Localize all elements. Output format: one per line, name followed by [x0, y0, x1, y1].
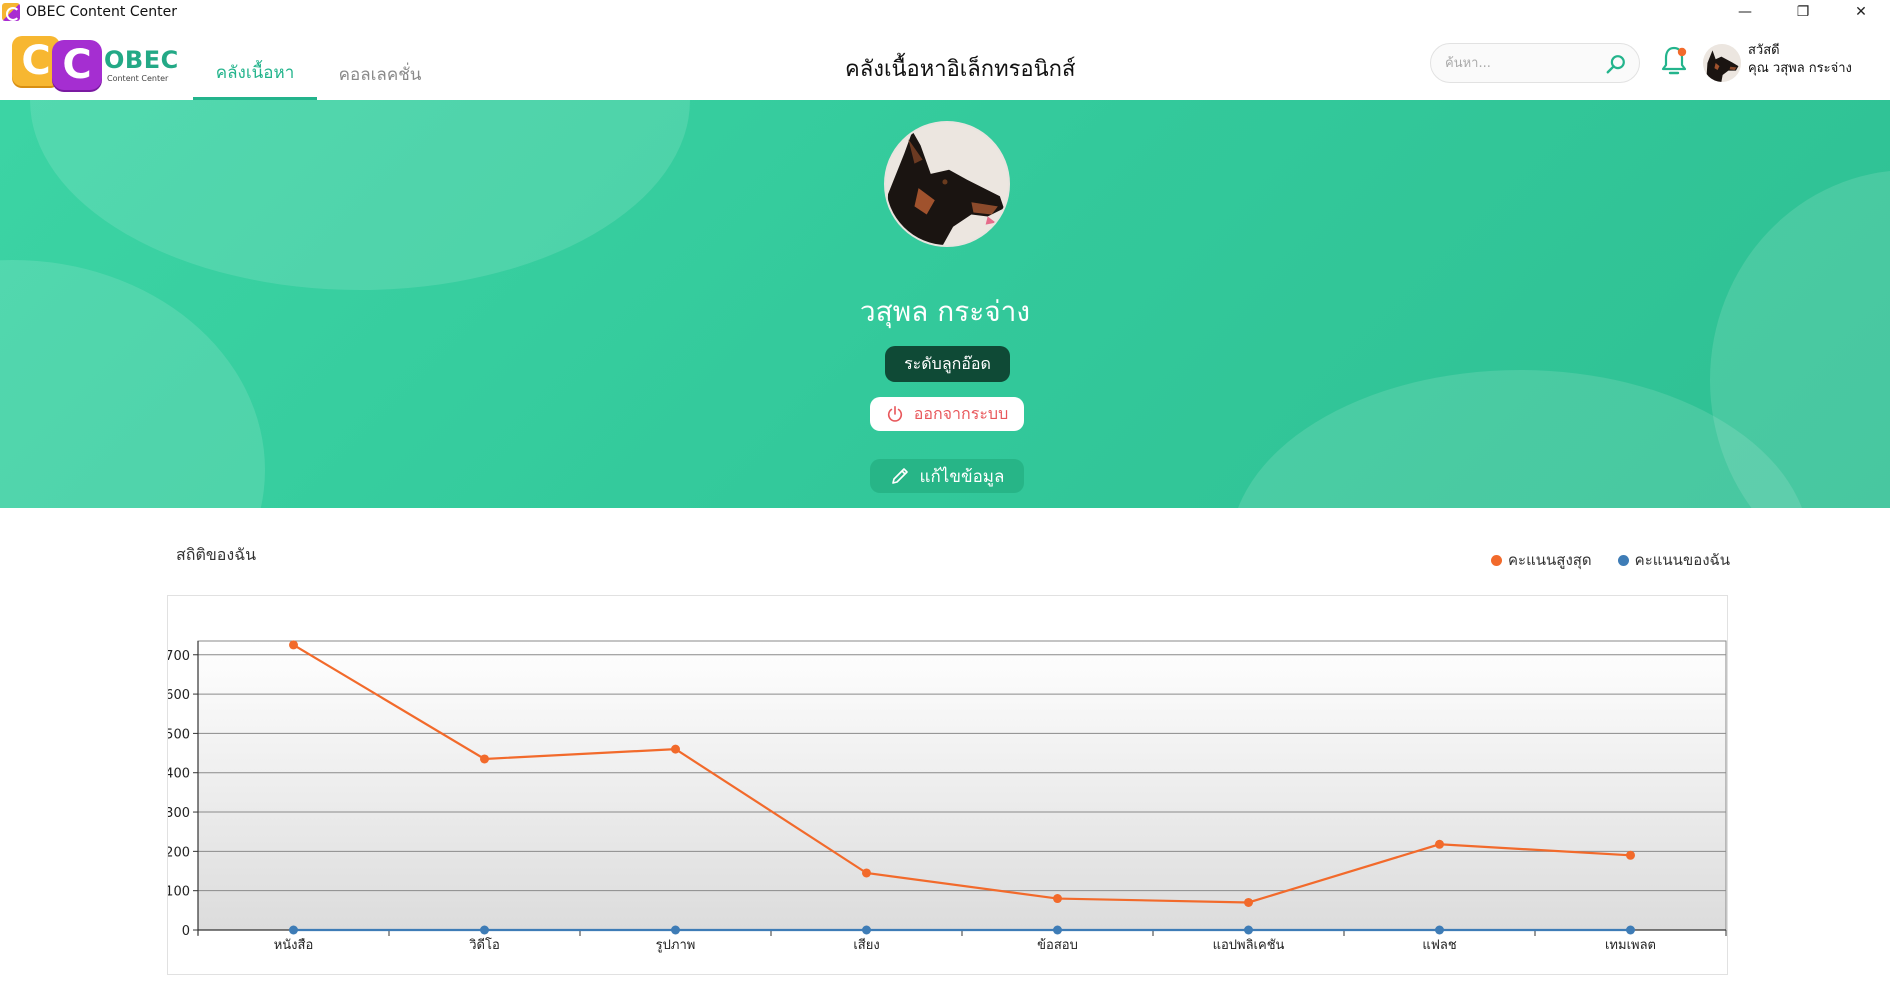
x-tick-label: หนังสือ — [274, 937, 314, 953]
page-title: คลังเนื้อหาอิเล็กทรอนิกส์ — [845, 56, 1076, 82]
chart-legend: คะแนนสูงสุด คะแนนของฉัน — [1491, 548, 1730, 572]
line-chart: 0 100 200 300 400 500 600 700 หนังสือ วิดีโอ รูปภา… — [168, 640, 1727, 953]
data-point-mine — [1435, 925, 1444, 935]
data-point-max — [480, 754, 489, 764]
legend-item-max: คะแนนสูงสุด — [1491, 548, 1592, 572]
data-point-mine — [1053, 925, 1062, 935]
legend-dot-mine — [1617, 554, 1629, 566]
y-tick-label: 400 — [168, 767, 190, 782]
legend-dot-max — [1491, 554, 1503, 566]
user-avatar[interactable] — [1703, 44, 1741, 82]
x-tick-label: วิดีโอ — [469, 937, 500, 953]
legend-label-mine: คะแนนของฉัน — [1634, 551, 1730, 569]
legend-item-mine: คะแนนของฉัน — [1617, 548, 1730, 572]
user-name-label: คุณ วสุพล กระจ่าง — [1748, 61, 1852, 76]
greeting-text: สวัสดี — [1748, 43, 1780, 58]
decor-bubble — [1710, 170, 1890, 508]
data-point-max — [671, 744, 680, 754]
window-titlebar: OBEC Content Center — ❐ ✕ — [0, 0, 1890, 24]
data-point-max — [1435, 839, 1444, 849]
data-point-max — [289, 640, 298, 650]
data-point-max — [1053, 894, 1062, 904]
search-input[interactable] — [1445, 55, 1605, 71]
stats-chart: 0 100 200 300 400 500 600 700 หนังสือ วิดีโอ รูปภา… — [167, 595, 1728, 975]
x-tick-label: รูปภาพ — [656, 938, 696, 953]
data-point-max — [862, 868, 871, 878]
data-point-mine — [1626, 925, 1635, 935]
y-tick-label: 100 — [168, 885, 190, 900]
y-tick-label: 0 — [182, 924, 190, 939]
logo-subtitle: Content Center — [107, 74, 169, 83]
window-title: OBEC Content Center — [26, 4, 177, 20]
notification-bell-icon[interactable] — [1659, 44, 1689, 80]
search-icon[interactable] — [1605, 53, 1627, 75]
data-point-mine — [862, 925, 871, 935]
edit-profile-button[interactable]: แก้ไขข้อมูล — [870, 459, 1024, 493]
profile-name: วสุพล กระจ่าง — [859, 295, 1031, 328]
x-tick-label: ข้อสอบ — [1037, 938, 1078, 953]
data-point-max — [1626, 850, 1635, 860]
close-button[interactable]: ✕ — [1832, 0, 1890, 24]
decor-bubble — [30, 100, 690, 290]
data-point-max — [1244, 897, 1253, 907]
tab-collection[interactable]: คอลเลคชั่น — [330, 48, 430, 100]
legend-label-max: คะแนนสูงสุด — [1508, 551, 1592, 569]
logo-letter-c2: C — [52, 40, 102, 90]
x-tick-label: แฟลช — [1422, 938, 1457, 953]
restore-button[interactable]: ❐ — [1774, 0, 1832, 24]
app-header: C C OBEC Content Center คลังเนื้อหา คอลเ… — [0, 24, 1890, 100]
minimize-button[interactable]: — — [1716, 0, 1774, 24]
x-tick-label: เทมเพลต — [1605, 938, 1656, 953]
obec-logo[interactable]: C C OBEC Content Center — [12, 34, 179, 90]
x-tick-label: แอปพลิเคชัน — [1213, 938, 1285, 953]
power-icon — [887, 405, 902, 422]
data-point-mine — [1244, 925, 1253, 935]
logo-brand: OBEC — [104, 46, 179, 74]
logout-label: ออกจากระบบ — [913, 403, 1009, 423]
y-tick-label: 300 — [168, 806, 190, 821]
data-point-mine — [289, 925, 298, 935]
user-greeting: สวัสดี คุณ วสุพล กระจ่าง — [1748, 42, 1852, 78]
y-tick-label: 600 — [168, 688, 190, 703]
pencil-icon — [891, 468, 908, 484]
data-point-mine — [671, 925, 680, 935]
app-icon — [2, 3, 20, 21]
y-tick-label: 700 — [168, 649, 190, 664]
y-tick-label: 200 — [168, 845, 190, 860]
profile-hero: วสุพล กระจ่าง ระดับลูกอ๊อด ออกจากระบบ แก… — [0, 100, 1890, 508]
profile-avatar — [884, 121, 1010, 247]
y-tick-label: 500 — [168, 727, 190, 742]
logout-button[interactable]: ออกจากระบบ — [870, 397, 1024, 431]
tab-content-library[interactable]: คลังเนื้อหา — [193, 48, 317, 100]
search-box — [1430, 43, 1640, 83]
stats-title: สถิติของฉัน — [176, 545, 257, 564]
data-point-mine — [480, 925, 489, 935]
x-tick-label: เสียง — [853, 937, 879, 953]
level-badge: ระดับลูกอ๊อด — [885, 346, 1010, 382]
edit-label: แก้ไขข้อมูล — [919, 466, 1005, 487]
